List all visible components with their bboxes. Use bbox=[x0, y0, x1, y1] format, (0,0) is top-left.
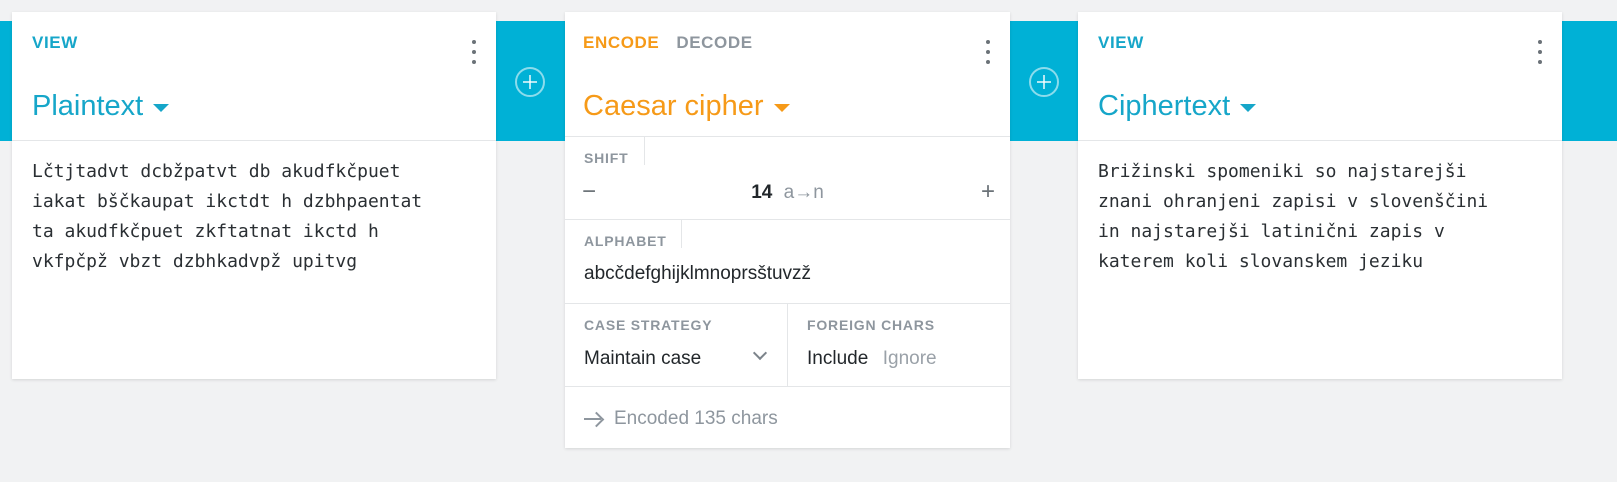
add-circle-icon[interactable] bbox=[515, 67, 545, 97]
ciphertext-textarea[interactable]: Brižinski spomeniki so najstarejši znani… bbox=[1098, 157, 1542, 277]
ciphertext-card: VIEW Ciphertext Brižinski spomeniki so n… bbox=[1078, 12, 1562, 379]
chevron-down-icon bbox=[752, 345, 768, 361]
encode-tab[interactable]: ENCODE bbox=[583, 33, 659, 53]
shift-mapping: a→n bbox=[783, 182, 824, 203]
caret-down-icon bbox=[153, 104, 170, 112]
cipher-select[interactable]: Caesar cipher bbox=[583, 90, 790, 123]
add-circle-icon[interactable] bbox=[1029, 67, 1059, 97]
card-header: ENCODE DECODE Caesar cipher bbox=[565, 12, 1010, 137]
alphabet-input[interactable]: abcčdefghijklmnoprsštuvzž bbox=[584, 263, 811, 285]
alphabet-field[interactable]: ALPHABET abcčdefghijklmnoprsštuvzž bbox=[565, 220, 1010, 304]
mode-tabs: VIEW bbox=[1098, 33, 1144, 53]
foreign-chars-field: FOREIGN CHARS Include Ignore bbox=[788, 304, 1010, 386]
shift-number: 14 bbox=[751, 182, 773, 203]
plaintext-textarea[interactable]: Lčtjtadvt dcbžpatvt db akudfkčpuet iakat… bbox=[32, 157, 476, 277]
card-title: Ciphertext bbox=[1098, 90, 1231, 122]
kebab-menu-icon[interactable] bbox=[1536, 40, 1544, 64]
case-strategy-label: CASE STRATEGY bbox=[584, 317, 713, 333]
shift-value[interactable]: 14 a→n bbox=[565, 182, 1010, 204]
decode-tab[interactable]: DECODE bbox=[676, 33, 752, 53]
mode-tabs: ENCODE DECODE bbox=[583, 33, 753, 53]
caret-down-icon bbox=[773, 104, 790, 112]
mode-tabs: VIEW bbox=[32, 33, 78, 53]
shift-field: SHIFT − 14 a→n + bbox=[565, 137, 1010, 220]
include-option[interactable]: Include bbox=[807, 348, 868, 369]
plaintext-format-select[interactable]: Plaintext bbox=[32, 90, 170, 123]
label-divider bbox=[681, 220, 682, 248]
case-strategy-select[interactable]: Maintain case bbox=[584, 348, 701, 370]
card-header: VIEW Plaintext bbox=[12, 12, 496, 141]
case-strategy-field[interactable]: CASE STRATEGY Maintain case bbox=[565, 304, 788, 386]
plaintext-card: VIEW Plaintext Lčtjtadvt dcbžpatvt db ak… bbox=[12, 12, 496, 379]
ciphertext-format-select[interactable]: Ciphertext bbox=[1098, 90, 1257, 123]
options-row: CASE STRATEGY Maintain case FOREIGN CHAR… bbox=[565, 304, 1010, 387]
label-divider bbox=[644, 137, 645, 165]
ignore-option[interactable]: Ignore bbox=[883, 348, 937, 369]
kebab-menu-icon[interactable] bbox=[984, 40, 992, 64]
shift-label: SHIFT bbox=[584, 150, 629, 166]
caesar-cipher-card: ENCODE DECODE Caesar cipher SHIFT − 14 a… bbox=[565, 12, 1010, 448]
caret-down-icon bbox=[1240, 104, 1257, 112]
view-tab[interactable]: VIEW bbox=[32, 33, 78, 53]
card-header: VIEW Ciphertext bbox=[1078, 12, 1562, 141]
status-text: Encoded 135 chars bbox=[614, 408, 778, 429]
card-title: Caesar cipher bbox=[583, 90, 764, 122]
arrow-right-icon bbox=[584, 412, 604, 426]
view-tab[interactable]: VIEW bbox=[1098, 33, 1144, 53]
foreign-chars-label: FOREIGN CHARS bbox=[807, 317, 935, 333]
alphabet-label: ALPHABET bbox=[584, 233, 667, 249]
shift-increment-button[interactable]: + bbox=[977, 180, 999, 204]
card-title: Plaintext bbox=[32, 90, 144, 122]
status-line: Encoded 135 chars bbox=[584, 408, 778, 430]
foreign-chars-options: Include Ignore bbox=[807, 348, 937, 370]
kebab-menu-icon[interactable] bbox=[470, 40, 478, 64]
